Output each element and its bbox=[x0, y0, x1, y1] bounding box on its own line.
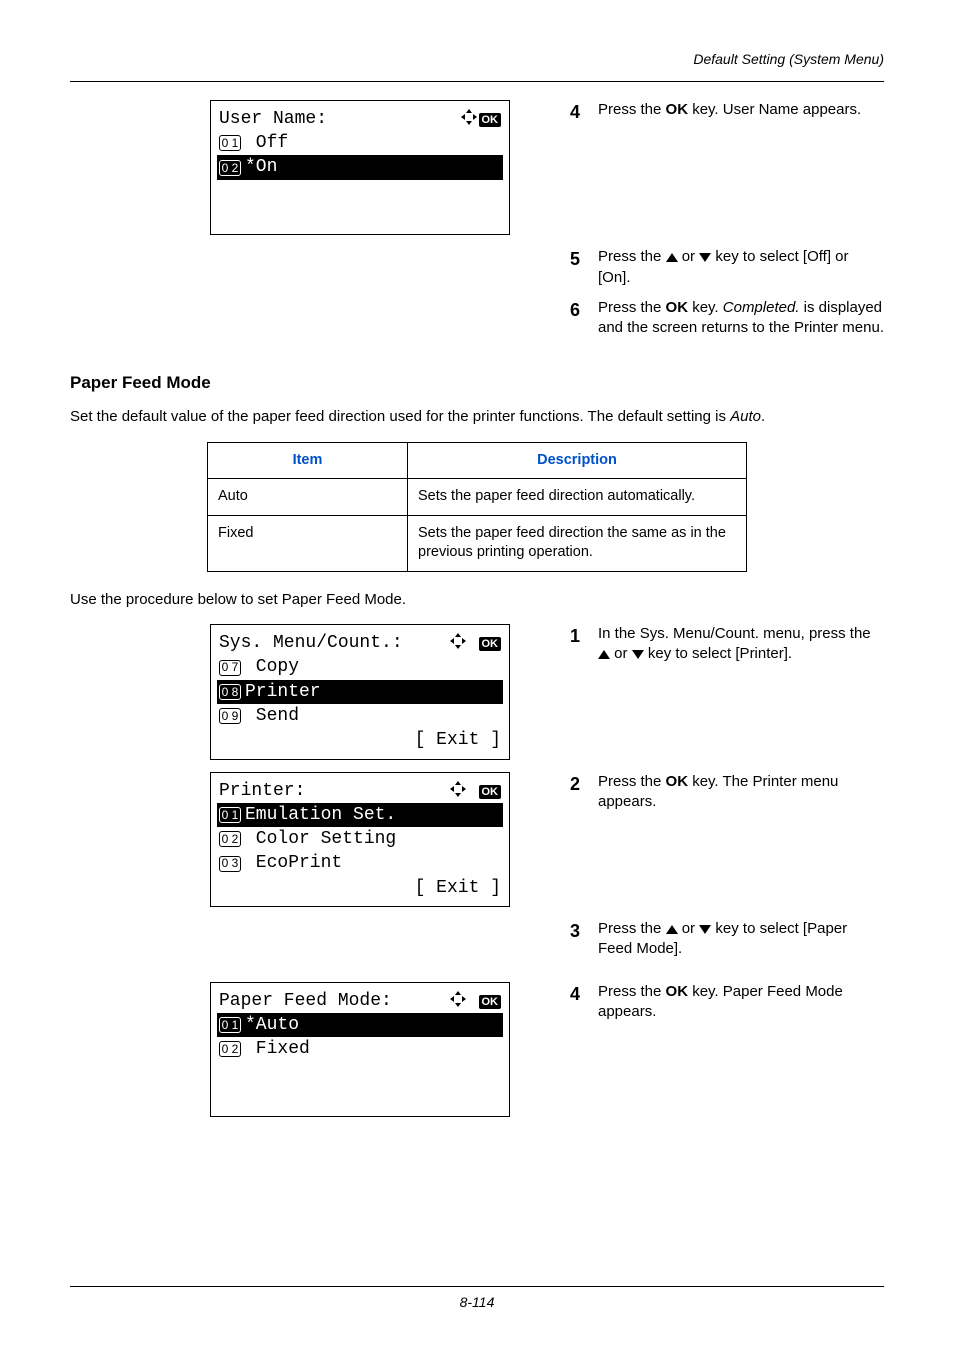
th-desc: Description bbox=[408, 442, 747, 479]
lcd2-selfill bbox=[323, 685, 501, 699]
b1a: In the Sys. Menu/Count. menu, press the bbox=[598, 625, 871, 642]
footer-rule bbox=[70, 1286, 884, 1287]
step4-text: Press the OK key. User Name appears. bbox=[598, 100, 884, 120]
step4-num: 4 bbox=[570, 100, 598, 124]
lcd1-title: User Name: bbox=[219, 107, 327, 131]
b1b: or bbox=[610, 645, 632, 662]
b-step4-num: 4 bbox=[570, 982, 598, 1006]
step6-completed: Completed. bbox=[723, 299, 800, 316]
lcd1-selection-fill bbox=[279, 161, 501, 175]
b3a: Press the bbox=[598, 920, 666, 937]
table-row: Fixed Sets the paper feed direction the … bbox=[208, 515, 747, 571]
nav-ok-icon: OK bbox=[448, 631, 501, 655]
lcd2-exit: [ Exit ] bbox=[219, 728, 501, 752]
lcd4-r2-text: Fixed bbox=[245, 1037, 310, 1061]
step4-a: Press the bbox=[598, 101, 666, 118]
lcd-user-name: User Name: OK 0 1 Off 0 2 *On bbox=[210, 100, 510, 235]
page-footer: 8-114 bbox=[0, 1286, 954, 1312]
lcd4-r1-text: *Auto bbox=[245, 1013, 299, 1037]
header-rule bbox=[70, 81, 884, 82]
lcd2-r1-num: 0 7 bbox=[219, 660, 241, 676]
page-number: 8-114 bbox=[460, 1294, 495, 1310]
lcd3-exit: [ Exit ] bbox=[219, 876, 501, 900]
b2ok: OK bbox=[666, 773, 689, 790]
b-step2-text: Press the OK key. The Printer menu appea… bbox=[598, 772, 884, 813]
lcd1-row2-num: 0 2 bbox=[219, 160, 241, 176]
lcd2-r1-text: Copy bbox=[245, 655, 299, 679]
lcd1-row2-text: *On bbox=[245, 155, 277, 179]
procedure-intro: Use the procedure below to set Paper Fee… bbox=[70, 590, 884, 610]
lcd4-selfill bbox=[301, 1018, 501, 1032]
r1-item: Auto bbox=[208, 479, 408, 516]
down-triangle-icon bbox=[699, 925, 711, 934]
lcd3-r2-text: Color Setting bbox=[245, 827, 396, 851]
step6-num: 6 bbox=[570, 298, 598, 322]
lcd4-title: Paper Feed Mode: bbox=[219, 989, 392, 1013]
up-triangle-icon bbox=[666, 253, 678, 262]
up-triangle-icon bbox=[598, 650, 610, 659]
b-step1-num: 1 bbox=[570, 624, 598, 648]
lcd3-r3-num: 0 3 bbox=[219, 856, 241, 872]
th-item: Item bbox=[208, 442, 408, 479]
b4a: Press the bbox=[598, 983, 666, 1000]
r2-desc: Sets the paper feed direction the same a… bbox=[408, 515, 747, 571]
lcd2-r2-num: 0 8 bbox=[219, 684, 241, 700]
step5-a: Press the bbox=[598, 248, 666, 265]
paper-feed-intro: Set the default value of the paper feed … bbox=[70, 407, 884, 427]
lcd1-row1-text: Off bbox=[245, 131, 288, 155]
b-step3-num: 3 bbox=[570, 919, 598, 943]
nav-ok-icon: OK bbox=[448, 779, 501, 803]
lcd1-row1-num: 0 1 bbox=[219, 135, 241, 151]
lcd2-title: Sys. Menu/Count.: bbox=[219, 631, 403, 655]
lcd3-r3-text: EcoPrint bbox=[245, 851, 342, 875]
lcd3-r1-num: 0 1 bbox=[219, 807, 241, 823]
paper-feed-table: Item Description Auto Sets the paper fee… bbox=[207, 442, 747, 572]
b2a: Press the bbox=[598, 773, 666, 790]
nav-ok-icon: OK bbox=[459, 107, 502, 131]
down-triangle-icon bbox=[632, 650, 644, 659]
step5-text: Press the or key to select [Off] or [On]… bbox=[598, 247, 884, 288]
lcd-printer: Printer: OK 0 1 Emulation Set. 0 2 Color… bbox=[210, 772, 510, 907]
down-triangle-icon bbox=[699, 253, 711, 262]
pf-intro-a: Set the default value of the paper feed … bbox=[70, 408, 730, 425]
b-step3-text: Press the or key to select [Paper Feed M… bbox=[598, 919, 884, 960]
step6-ok: OK bbox=[666, 299, 689, 316]
up-triangle-icon bbox=[666, 925, 678, 934]
lcd-sys-menu: Sys. Menu/Count.: OK 0 7 Copy 0 8 Printe… bbox=[210, 624, 510, 759]
lcd2-r3-num: 0 9 bbox=[219, 708, 241, 724]
page-section-header: Default Setting (System Menu) bbox=[70, 50, 884, 69]
r1-desc: Sets the paper feed direction automatica… bbox=[408, 479, 747, 516]
lcd-paper-feed: Paper Feed Mode: OK 0 1 *Auto 0 2 Fixed bbox=[210, 982, 510, 1117]
step4-ok: OK bbox=[666, 101, 689, 118]
pf-intro-b: . bbox=[761, 408, 765, 425]
b-step4-text: Press the OK key. Paper Feed Mode appear… bbox=[598, 982, 884, 1023]
nav-ok-icon: OK bbox=[448, 989, 501, 1013]
lcd2-r2-text: Printer bbox=[245, 680, 321, 704]
step6-a: Press the bbox=[598, 299, 666, 316]
b1c: key to select [Printer]. bbox=[644, 645, 792, 662]
r2-item: Fixed bbox=[208, 515, 408, 571]
step6-b: key. bbox=[688, 299, 723, 316]
step4-b: key. User Name appears. bbox=[688, 101, 861, 118]
paper-feed-heading: Paper Feed Mode bbox=[70, 372, 884, 395]
b4ok: OK bbox=[666, 983, 689, 1000]
table-row: Auto Sets the paper feed direction autom… bbox=[208, 479, 747, 516]
lcd2-r3-text: Send bbox=[245, 704, 299, 728]
b-step2-num: 2 bbox=[570, 772, 598, 796]
lcd3-r2-num: 0 2 bbox=[219, 831, 241, 847]
lcd4-r1-num: 0 1 bbox=[219, 1017, 241, 1033]
lcd3-r1-text: Emulation Set. bbox=[245, 803, 396, 827]
lcd4-r2-num: 0 2 bbox=[219, 1041, 241, 1057]
b3b: or bbox=[678, 920, 700, 937]
lcd3-selfill bbox=[398, 808, 501, 822]
b-step1-text: In the Sys. Menu/Count. menu, press the … bbox=[598, 624, 884, 665]
pf-intro-auto: Auto bbox=[730, 408, 761, 425]
step5-b: or bbox=[678, 248, 700, 265]
lcd3-title: Printer: bbox=[219, 779, 305, 803]
step6-text: Press the OK key. Completed. is displaye… bbox=[598, 298, 884, 339]
step5-num: 5 bbox=[570, 247, 598, 271]
